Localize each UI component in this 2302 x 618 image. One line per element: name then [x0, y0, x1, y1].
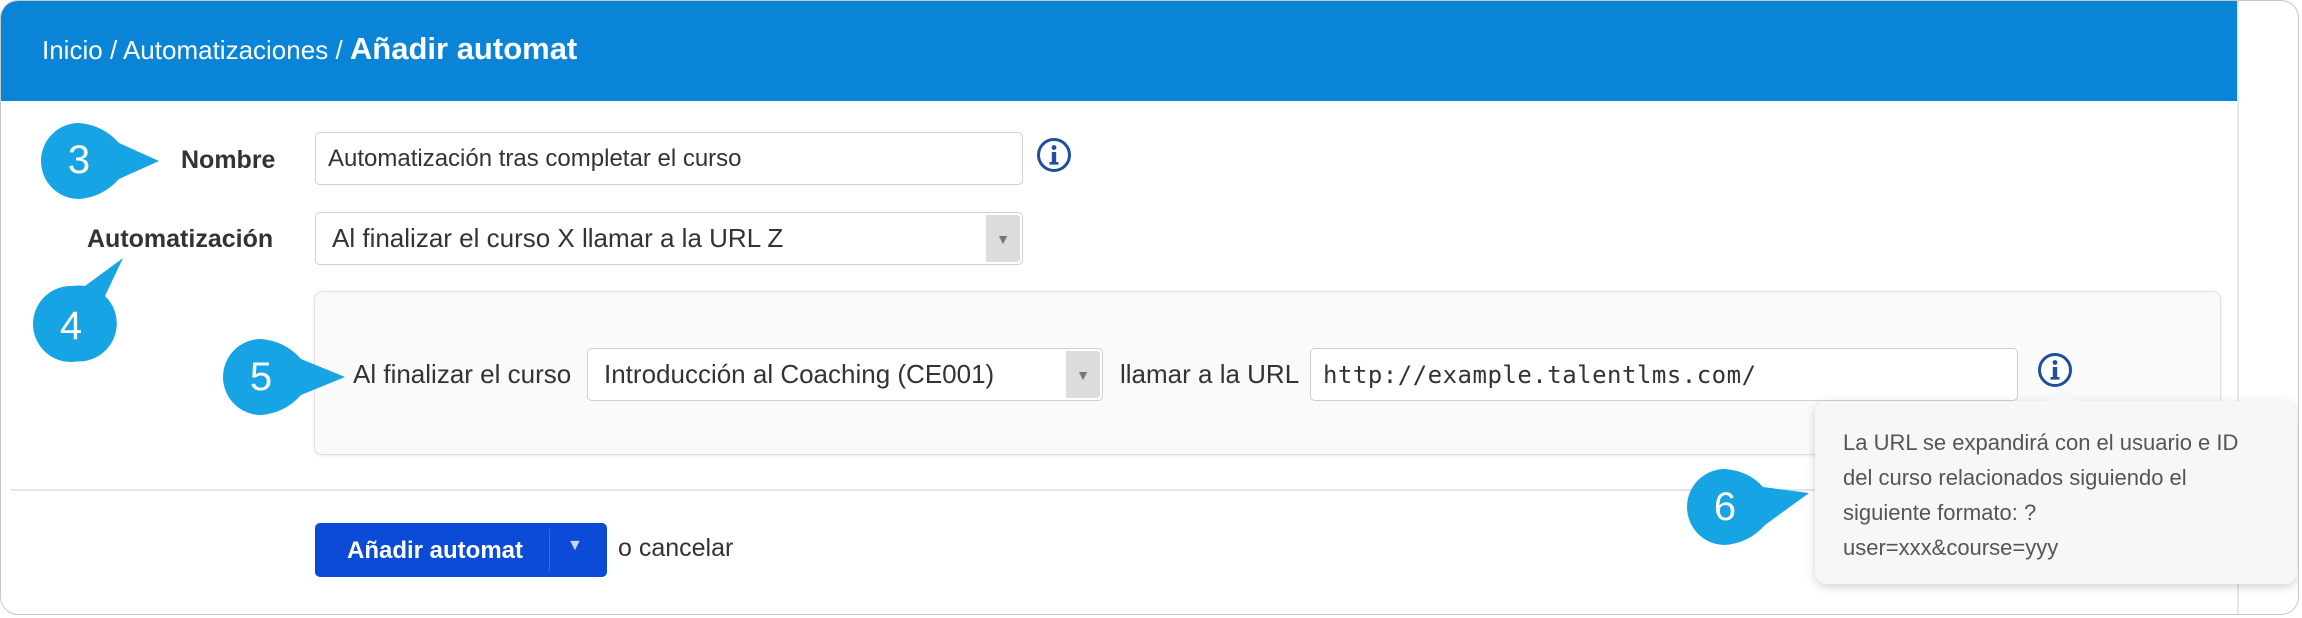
tooltip-line: La URL se expandirá con el usuario e ID: [1843, 430, 2239, 455]
breadcrumb: Inicio / Automatizaciones / Añadir autom…: [42, 31, 577, 67]
tooltip-line: user=xxx&course=yyy: [1843, 535, 2059, 560]
add-automation-button-label: Añadir automat: [347, 537, 524, 564]
url-info-tooltip: La URL se expandirá con el usuario e ID …: [1815, 387, 2297, 584]
button-divider: [549, 529, 550, 571]
callout-6: 6: [1687, 469, 1809, 545]
callout-number: 5: [250, 355, 272, 399]
callout-5: 5: [223, 339, 345, 415]
cancel-link[interactable]: o cancelar: [618, 534, 733, 563]
callout-3: 3: [41, 123, 159, 199]
tooltip-line: siguiente formato: ?: [1843, 500, 2037, 525]
breadcrumb-separator: /: [109, 35, 118, 65]
app-window: Inicio / Automatizaciones / Añadir autom…: [0, 0, 2299, 615]
automation-label: Automatización: [87, 225, 274, 253]
name-label: Nombre: [181, 146, 276, 174]
info-icon[interactable]: [1036, 137, 1072, 173]
add-automation-button[interactable]: Añadir automat ▼: [315, 523, 607, 577]
callout-number: 4: [60, 304, 82, 348]
dropdown-arrow-icon: ▼: [986, 215, 1020, 262]
automation-select[interactable]: Al finalizar el curso X llamar a la URL …: [315, 212, 1023, 265]
callout-number: 3: [68, 138, 90, 182]
course-prefix-label: Al finalizar el curso: [353, 359, 572, 389]
callout-4: 4: [33, 258, 123, 362]
name-input[interactable]: Automatización tras completar el curso: [315, 132, 1023, 185]
breadcrumb-automations[interactable]: Automatizaciones: [123, 35, 328, 65]
automation-select-value: Al finalizar el curso X llamar a la URL …: [332, 223, 784, 253]
tooltip-line: del curso relacionados siguiendo el: [1843, 465, 2187, 490]
breadcrumb-home[interactable]: Inicio: [42, 35, 103, 65]
caret-down-icon[interactable]: ▼: [567, 537, 583, 555]
course-select-value: Introducción al Coaching (CE001): [604, 359, 995, 389]
callout-number: 6: [1714, 485, 1736, 529]
page-title: Añadir automat: [349, 31, 578, 66]
course-select[interactable]: Introducción al Coaching (CE001) ▼: [587, 348, 1103, 401]
breadcrumb-separator: /: [335, 35, 343, 65]
dropdown-arrow-icon: ▼: [1066, 351, 1100, 398]
header-bar: Inicio / Automatizaciones / Añadir autom…: [1, 1, 2237, 101]
url-prefix-label: llamar a la URL: [1120, 359, 1300, 389]
info-icon[interactable]: [2037, 352, 2073, 388]
url-input[interactable]: http://example.talentlms.com/: [1310, 348, 2018, 401]
